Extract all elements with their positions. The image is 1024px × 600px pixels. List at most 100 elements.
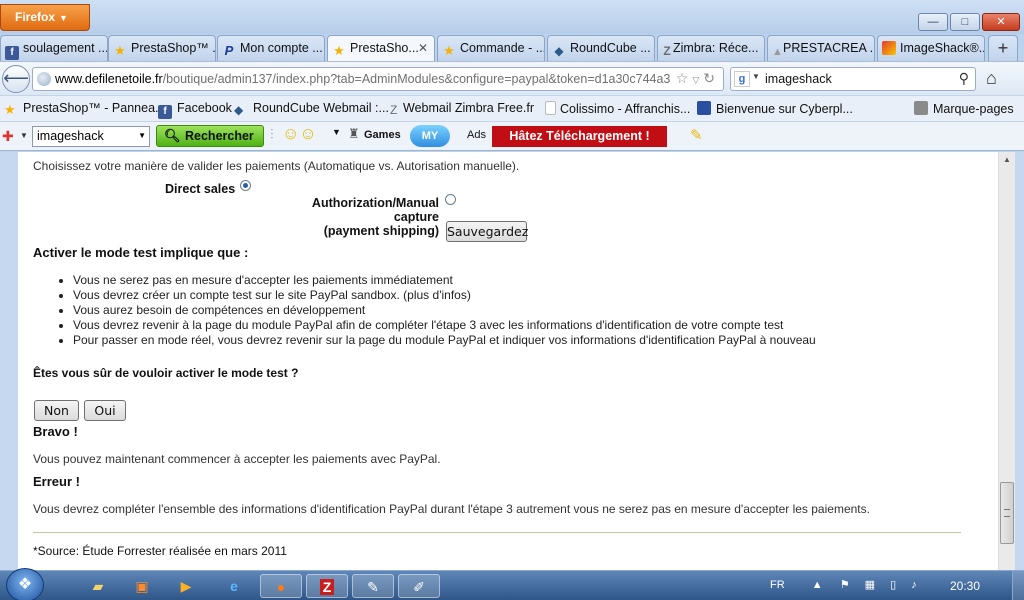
joystick-icon: ♜ — [348, 126, 360, 141]
bookmark-cyberplus[interactable]: Bienvenue sur Cyberpl... — [697, 101, 853, 116]
toolbar-search-value[interactable]: imageshack — [37, 129, 104, 143]
media-center-icon[interactable]: ▣ — [122, 574, 162, 598]
list-item: Vous devrez créer un compte test sur le … — [73, 288, 816, 303]
addon-toolbar: ✚ ▼ imageshack ▼ 🔍︎ Rechercher ⫶ ☺☺ ▼ ♜ … — [0, 121, 1024, 151]
tab-imageshack[interactable]: ImageShack®... — [877, 35, 985, 61]
manual-capture-label: Authorization/Manual capture (payment sh… — [273, 196, 439, 238]
firefox-menu-button[interactable]: Firefox ▼ — [0, 4, 90, 31]
bookmark-roundcube[interactable]: ◆ RoundCube Webmail :... — [234, 101, 389, 117]
bookmark-facebook[interactable]: f Facebook — [158, 101, 232, 119]
page-left-margin — [0, 152, 18, 570]
tab-label: Zimbra: Réce... — [673, 41, 759, 55]
highlighter-icon[interactable]: ✎ — [690, 126, 703, 144]
language-indicator[interactable]: FR — [770, 579, 785, 591]
prestacrea-icon: ▲ — [772, 46, 783, 58]
toolbar-search-combo[interactable]: imageshack ▼ — [32, 126, 150, 147]
history-dropdown-icon[interactable]: ▽ — [692, 75, 703, 85]
battery-icon[interactable]: ▯ — [890, 579, 896, 591]
tab-roundcube[interactable]: ◆ RoundCube ... — [547, 35, 655, 61]
chevron-down-icon[interactable]: ▼ — [20, 131, 28, 140]
no-button[interactable]: Non — [34, 400, 79, 421]
maximize-button[interactable]: □ — [950, 13, 980, 31]
tab-soulagement[interactable]: f soulagement ... — [0, 35, 108, 61]
rechercher-label: Rechercher — [185, 129, 254, 143]
tray-expand-icon[interactable]: ▲ — [812, 579, 823, 591]
new-tab-button[interactable]: + — [988, 35, 1018, 61]
imageshack-icon — [882, 41, 896, 55]
direct-sales-label: Direct sales — [165, 182, 236, 196]
grip-icon — [1004, 509, 1010, 517]
roundcube-icon: ◆ — [554, 44, 564, 58]
tab-label: PRESTACREA ... — [783, 41, 875, 55]
tab-prestashop-active[interactable]: ★ PrestaSho... ✕ — [327, 35, 435, 62]
bookmark-label: Webmail Zimbra Free.fr — [403, 101, 535, 115]
tab-mon-compte[interactable]: P Mon compte ... — [217, 35, 325, 61]
clock[interactable]: 20:30 — [950, 579, 980, 593]
bookmark-label: PrestaShop™ - Pannea... — [23, 101, 166, 115]
tab-prestacrea[interactable]: ▲PRESTACREA ... — [767, 35, 875, 61]
games-button[interactable]: Games — [364, 129, 401, 141]
filezilla-icon[interactable]: Z — [306, 574, 348, 598]
volume-icon[interactable]: ♪ — [911, 579, 917, 591]
toolbar-logo-icon[interactable]: ✚ — [2, 128, 14, 145]
tab-label: Mon compte ... — [240, 41, 323, 55]
media-player-icon[interactable]: ▶ — [166, 574, 206, 598]
save-button[interactable]: Sauvegardez — [446, 221, 528, 242]
tab-prestashop-1[interactable]: ★ PrestaShop™ ... — [108, 35, 216, 61]
flag-icon[interactable]: ⚑ — [840, 579, 850, 591]
start-button[interactable]: ❖ — [6, 568, 44, 600]
search-icon[interactable]: ⚲ — [959, 70, 969, 87]
chevron-down-icon[interactable]: ▼ — [138, 131, 146, 140]
tab-commande[interactable]: ★ Commande - ... — [437, 35, 545, 61]
reload-icon[interactable]: ↻ — [703, 70, 719, 86]
roundcube-icon: ◆ — [234, 103, 244, 117]
list-item: Vous ne serez pas en mesure d'accepter l… — [73, 273, 816, 288]
list-item: Vous devrez revenir à la page du module … — [73, 318, 816, 333]
download-promo-button[interactable]: Hâtez Téléchargement ! — [492, 126, 667, 147]
rechercher-button[interactable]: 🔍︎ Rechercher — [156, 125, 264, 147]
tab-zimbra[interactable]: Z Zimbra: Réce... — [657, 35, 765, 61]
vertical-scrollbar[interactable]: ▲ — [998, 152, 1015, 570]
search-input[interactable]: imageshack — [765, 72, 832, 86]
bookmark-colissimo[interactable]: Colissimo - Affranchis... — [545, 101, 690, 116]
bookmark-star-icon[interactable]: ☆ — [676, 70, 693, 86]
manual-capture-radio[interactable] — [445, 194, 456, 205]
notepad-icon[interactable]: ✎ — [352, 574, 394, 598]
minimize-button[interactable]: — — [918, 13, 948, 31]
yes-button[interactable]: Oui — [84, 400, 126, 421]
direct-sales-radio[interactable] — [240, 180, 251, 191]
url-domain: www.defilenetoile.fr — [55, 72, 163, 86]
show-desktop-button[interactable] — [1012, 571, 1024, 600]
chevron-down-icon[interactable]: ▼ — [752, 72, 760, 81]
payment-mode-intro: Choisissez votre manière de valider les … — [33, 159, 520, 173]
bookmarks-menu-icon — [914, 101, 928, 115]
chevron-down-icon[interactable]: ▼ — [332, 127, 341, 137]
explorer-icon[interactable]: ▰ — [78, 574, 118, 598]
bookmark-zimbra[interactable]: Z Webmail Zimbra Free.fr — [390, 101, 534, 117]
scrollbar-thumb[interactable] — [1000, 482, 1014, 544]
smiley-icon[interactable]: ☺☺ — [282, 124, 317, 144]
navigation-bar: ⟵ www.defilenetoile.fr/boutique/admin137… — [0, 61, 1024, 95]
bookmarks-menu[interactable]: Marque-pages — [914, 101, 1014, 116]
bookmark-prestashop[interactable]: ★ PrestaShop™ - Pannea... — [4, 101, 165, 117]
internet-explorer-icon[interactable]: e — [214, 574, 254, 598]
back-button[interactable]: ⟵ — [2, 65, 30, 93]
home-icon[interactable]: ⌂ — [986, 68, 997, 89]
facebook-icon: f — [5, 46, 19, 60]
network-icon[interactable]: ▦ — [865, 579, 875, 591]
search-engine-icon[interactable]: g — [734, 71, 750, 87]
firefox-taskbar-icon[interactable]: ● — [260, 574, 302, 598]
tab-bar: f soulagement ... ★ PrestaShop™ ... P Mon c… — [0, 35, 1024, 62]
list-item: Pour passer en mode réel, vous devrez re… — [73, 333, 816, 348]
url-bar[interactable]: www.defilenetoile.fr/boutique/admin137/i… — [32, 67, 724, 91]
close-tab-icon[interactable]: ✕ — [418, 41, 428, 55]
chevron-down-icon: ▼ — [59, 13, 68, 23]
windows-logo-icon: ❖ — [17, 576, 33, 593]
paint-icon[interactable]: ✐ — [398, 574, 440, 598]
scroll-up-icon[interactable]: ▲ — [999, 152, 1015, 168]
my-icon[interactable]: MY — [410, 125, 450, 147]
zimbra-icon: Z — [390, 103, 398, 117]
search-bar[interactable]: g ▼ imageshack ⚲ — [730, 67, 976, 91]
close-button[interactable]: ✕ — [982, 13, 1020, 31]
star-icon: ★ — [4, 102, 16, 117]
